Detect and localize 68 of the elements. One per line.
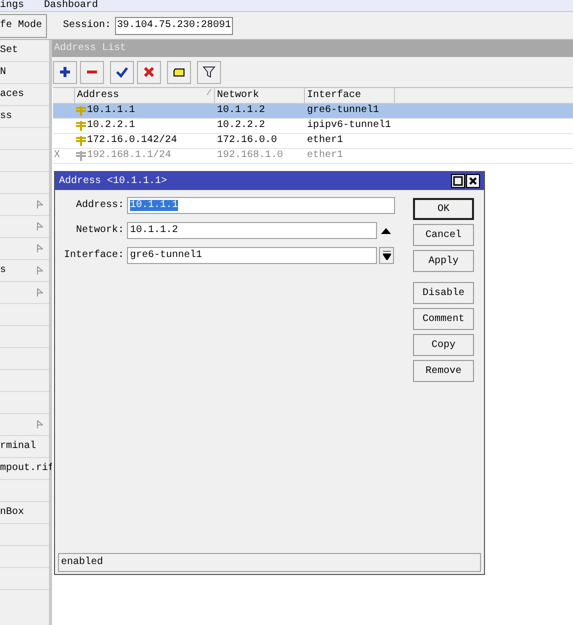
address-icon bbox=[75, 120, 87, 132]
filter-button[interactable] bbox=[197, 60, 221, 84]
mode-button[interactable]: fe Mode bbox=[0, 14, 47, 38]
enable-icon bbox=[115, 65, 129, 79]
field-label: Network: bbox=[74, 224, 125, 238]
menu-item[interactable]: ings bbox=[0, 0, 24, 12]
address-icon bbox=[75, 105, 87, 117]
table-row[interactable]: 10.2.2.1 10.2.2.2 ipipv6-tunnel1 bbox=[53, 119, 573, 134]
remove-button[interactable] bbox=[80, 60, 104, 84]
dialog-button[interactable]: Comment bbox=[413, 308, 474, 330]
collapse-icon[interactable] bbox=[381, 228, 391, 234]
dropdown-button[interactable] bbox=[379, 247, 394, 264]
table-cell-text: 10.1.1.2 bbox=[216, 104, 266, 118]
column-header[interactable]: Interface bbox=[305, 88, 395, 103]
dialog-button[interactable]: OK bbox=[413, 198, 474, 220]
sort-icon bbox=[206, 88, 212, 96]
table-cell-text: ether1 bbox=[306, 134, 344, 148]
filter-icon bbox=[202, 65, 216, 79]
session-label: Session: bbox=[63, 18, 112, 33]
dialog-button[interactable]: Remove bbox=[413, 360, 474, 382]
dialog-button[interactable]: Disable bbox=[413, 282, 474, 304]
status-bar: enabled bbox=[58, 553, 481, 572]
table-cell-text: ether1 bbox=[306, 149, 344, 163]
sidebar-item[interactable]: nBox bbox=[0, 505, 24, 520]
close-icon[interactable] bbox=[466, 174, 480, 188]
table-cell-text: gre6-tunnel1 bbox=[306, 104, 380, 118]
field-label: Address: bbox=[74, 198, 125, 213]
table-cell-text: 172.16.0.0 bbox=[216, 134, 278, 148]
address-icon bbox=[75, 150, 87, 162]
comment-button[interactable] bbox=[167, 60, 191, 84]
sidebar-item[interactable]: N bbox=[0, 65, 6, 80]
maximize-icon[interactable] bbox=[451, 174, 465, 188]
table-cell-text: 192.168.1.0 bbox=[216, 149, 284, 163]
table-cell-text: 10.2.2.2 bbox=[216, 119, 266, 133]
add-button[interactable] bbox=[53, 60, 77, 84]
sidebar-item[interactable]: mpout.rif bbox=[0, 461, 54, 476]
dialog-title: Address <10.1.1.1> bbox=[59, 174, 168, 188]
panel-title: Address List bbox=[52, 40, 573, 57]
input-field[interactable]: 10.1.1.2 bbox=[127, 222, 377, 239]
flag-text: X bbox=[54, 150, 60, 161]
enable-button[interactable] bbox=[110, 60, 134, 84]
dialog-button[interactable]: Cancel bbox=[413, 224, 474, 246]
disable-button[interactable] bbox=[137, 60, 161, 84]
column-header[interactable]: Address bbox=[75, 88, 215, 103]
dialog-button[interactable]: Copy bbox=[413, 334, 474, 356]
disable-icon bbox=[142, 65, 156, 79]
table-cell: 172.16.0.142/24 bbox=[87, 134, 178, 148]
sidebar-item[interactable]: ss bbox=[0, 109, 12, 124]
address-icon bbox=[75, 135, 87, 147]
sidebar-item[interactable]: s bbox=[0, 263, 6, 278]
input-field[interactable]: 10.1.1.1 bbox=[127, 197, 395, 214]
sidebar-item[interactable]: Set bbox=[0, 43, 18, 58]
table-cell: 10.1.1.1 bbox=[87, 104, 136, 118]
dialog-button[interactable]: Apply bbox=[413, 250, 474, 272]
table-row[interactable]: 172.16.0.142/24 172.16.0.0 ether1 bbox=[53, 134, 573, 149]
table-cell-text: ipipv6-tunnel1 bbox=[306, 119, 392, 133]
table-cell: 10.2.2.1 bbox=[87, 119, 136, 133]
field-label: Interface: bbox=[62, 248, 125, 263]
column-header[interactable]: Network bbox=[215, 88, 305, 103]
dropdown-icon bbox=[382, 251, 390, 260]
input-field[interactable]: gre6-tunnel1 bbox=[127, 247, 377, 264]
sidebar-item[interactable]: rminal bbox=[0, 439, 36, 454]
table-cell: 192.168.1.1/24 bbox=[87, 149, 172, 163]
menu-item[interactable]: Dashboard bbox=[44, 0, 98, 12]
table-row[interactable]: 10.1.1.1 10.1.1.2 gre6-tunnel1 bbox=[53, 104, 573, 119]
add-icon bbox=[58, 65, 72, 79]
sidebar-item[interactable]: aces bbox=[0, 87, 24, 102]
session-field[interactable]: 39.104.75.230:28091 bbox=[115, 16, 234, 34]
